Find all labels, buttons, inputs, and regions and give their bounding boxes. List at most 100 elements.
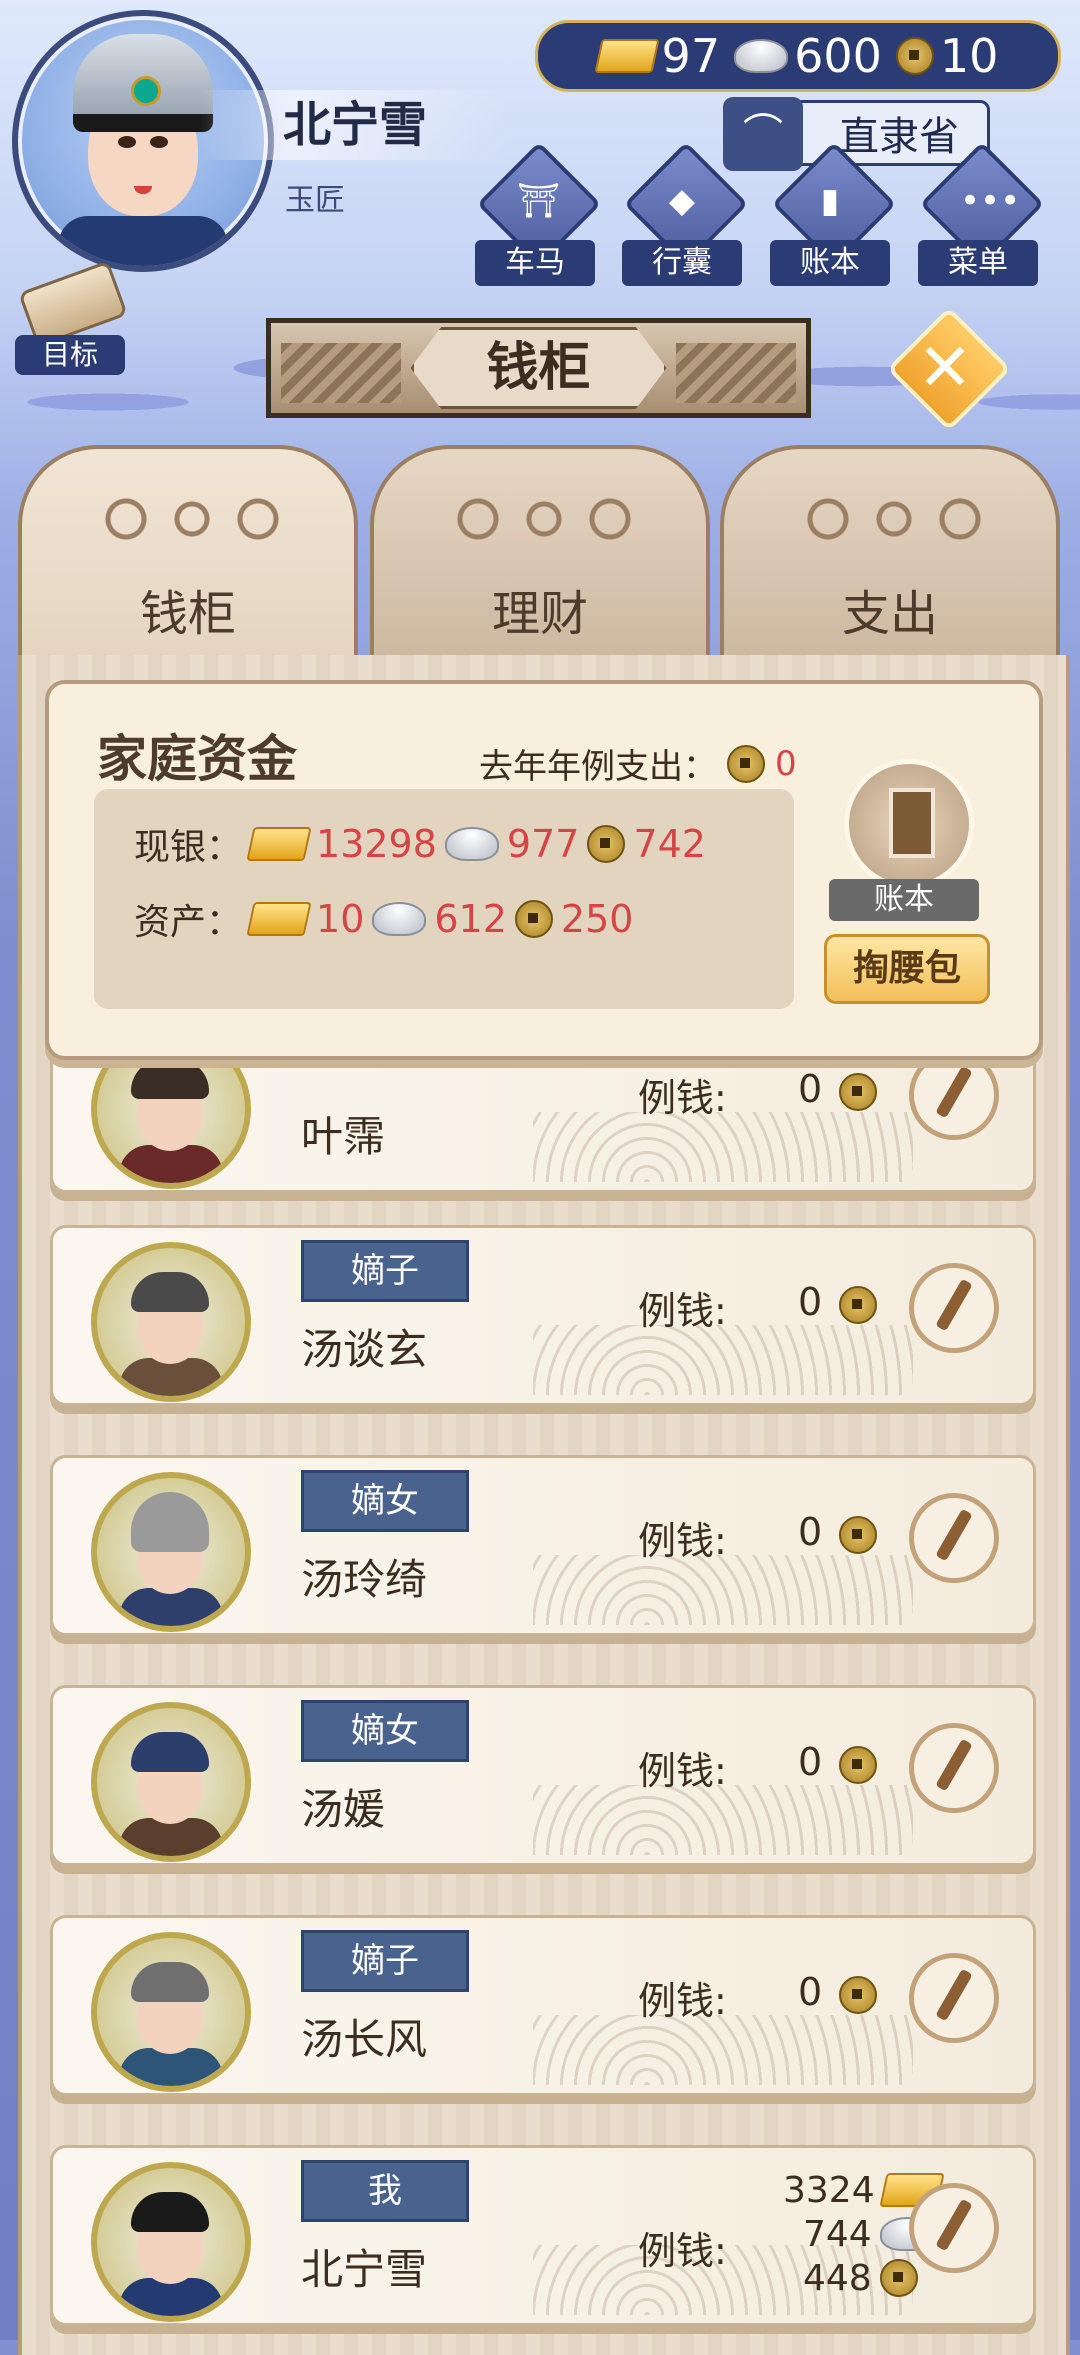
avatar-body	[119, 1818, 223, 1856]
member-avatar[interactable]	[91, 1932, 251, 2092]
assets-coins: 250	[560, 897, 634, 941]
quick-button-bag[interactable]: ◆ 行囊	[612, 141, 752, 290]
player-title: 玉匠	[285, 183, 345, 218]
avatar-body	[119, 2278, 223, 2316]
quick-label: 行囊	[622, 240, 742, 286]
copper-coin-icon	[879, 2259, 918, 2297]
assets-gold: 10	[316, 897, 365, 941]
assets-silver: 612	[434, 897, 507, 941]
member-avatar[interactable]	[91, 1242, 251, 1402]
avatar-eye	[118, 136, 136, 148]
tab-expenses[interactable]: 支出	[720, 445, 1060, 660]
avatar-eye	[150, 136, 168, 148]
avatar-hair	[131, 2192, 209, 2232]
page-title-plaque: 钱柜	[266, 318, 811, 418]
funds-summary-box: 现银： 13298 977 742 资产： 10 612 250	[94, 789, 794, 1009]
quick-button-menu[interactable]: ••• 菜单	[908, 141, 1048, 290]
member-role-badge: 嫡女	[301, 1470, 469, 1532]
member-row: 嫡女 汤媛 例钱: 0	[50, 1685, 1036, 1866]
edit-brush-button[interactable]	[909, 1493, 999, 1583]
copper-coin-icon	[727, 744, 765, 783]
member-name: 汤长风	[301, 2015, 428, 2064]
avatar-hair	[131, 1492, 209, 1552]
edit-brush-button[interactable]	[909, 1050, 999, 1140]
wave-pattern	[533, 1112, 913, 1182]
cloud-swirl-icon	[434, 489, 654, 549]
gold-amount: 97	[661, 29, 721, 83]
my-coins: 448	[803, 2257, 872, 2299]
copper-coin-icon	[839, 1746, 877, 1784]
edit-brush-button[interactable]	[909, 1953, 999, 2043]
member-row-me: 我 北宁雪 例钱: 3324 744 448	[50, 2145, 1036, 2326]
goal-button[interactable]: 目标	[15, 260, 135, 375]
member-row: 嫡子 汤谈玄 例钱: 0	[50, 1225, 1036, 1406]
wave-pattern	[533, 1785, 913, 1855]
member-role-badge: 嫡子	[301, 1240, 469, 1302]
last-year-value: 0	[775, 743, 797, 784]
member-avatar[interactable]	[91, 1472, 251, 1632]
family-funds-title: 家庭资金	[97, 730, 297, 788]
player-name: 北宁雪	[200, 90, 510, 160]
tab-label: 理财	[491, 586, 588, 642]
province-button[interactable]: ⌒ 直隶省	[723, 97, 990, 171]
last-year-label: 去年年例支出：	[479, 747, 717, 787]
edit-brush-button[interactable]	[909, 1723, 999, 1813]
copper-coin-icon	[839, 1516, 877, 1554]
family-funds-panel: 家庭资金 去年年例支出： 0 现银： 13298 977 742 资产： 10 …	[45, 680, 1043, 1060]
member-avatar[interactable]	[91, 2162, 251, 2322]
member-row: 嫡子 汤长风 例钱: 0	[50, 1915, 1036, 2096]
tab-treasury[interactable]: 钱柜	[18, 445, 358, 670]
cloud-swirl-icon	[82, 489, 302, 549]
coin-amount: 10	[939, 29, 999, 83]
avatar-robe	[58, 216, 228, 266]
coin-currency: 10	[895, 29, 999, 83]
member-role-badge: 嫡子	[301, 1930, 469, 1992]
avatar-body	[119, 2048, 223, 2086]
member-name: 汤谈玄	[301, 1325, 428, 1374]
copper-coin-icon	[895, 37, 934, 75]
gold-ingot-icon	[593, 39, 660, 73]
allowance-value: 0	[798, 1280, 823, 1324]
avatar-hair	[131, 1962, 209, 2002]
assets-label: 资产：	[134, 902, 243, 943]
wave-pattern	[533, 1325, 913, 1395]
quick-button-carriage[interactable]: ⛩ 车马	[465, 141, 605, 290]
allowance-label: 例钱:	[638, 1749, 727, 1793]
edit-brush-button[interactable]	[909, 2183, 999, 2273]
gold-currency: 97	[593, 29, 721, 83]
allowance-value: 0	[798, 1067, 823, 1111]
my-gold: 3324	[783, 2169, 875, 2211]
cash-silver: 977	[506, 822, 580, 866]
tab-finance[interactable]: 理财	[370, 445, 710, 660]
my-silver: 744	[803, 2213, 872, 2255]
avatar-hair	[131, 1272, 209, 1312]
cloud-swirl-icon	[784, 489, 1004, 549]
member-name: 汤媛	[301, 1785, 386, 1834]
avatar-body	[119, 1358, 223, 1396]
member-avatar[interactable]	[91, 1702, 251, 1862]
copper-coin-icon	[839, 1073, 877, 1111]
member-name: 叶霈	[301, 1112, 386, 1161]
quick-button-ledger[interactable]: ▮ 账本	[760, 141, 900, 290]
pay-from-pocket-button[interactable]: 掏腰包	[824, 934, 990, 1004]
silver-ingot-icon	[372, 902, 427, 936]
avatar-gem	[131, 76, 161, 106]
copper-coin-icon	[514, 900, 553, 938]
menu-dots-icon: •••	[960, 181, 1021, 221]
avatar-hair	[131, 1732, 209, 1772]
avatar-hair	[131, 1059, 209, 1099]
my-gold-line: 3324	[733, 2168, 945, 2212]
gold-ingot-icon	[246, 827, 312, 861]
my-coin-line: 448	[733, 2256, 941, 2300]
silver-amount: 600	[794, 29, 882, 83]
allowance-value: 0	[798, 1970, 823, 2014]
ledger-book-button[interactable]	[844, 759, 974, 889]
member-role-badge: 嫡女	[301, 1700, 469, 1762]
close-icon: ✕	[917, 329, 973, 406]
edit-brush-button[interactable]	[909, 1263, 999, 1353]
bag-icon: ◆	[668, 181, 696, 221]
silver-ingot-icon	[734, 39, 789, 73]
cash-row: 现银： 13298 977 742	[134, 814, 706, 874]
quick-label: 车马	[475, 240, 595, 286]
cash-gold: 13298	[316, 822, 437, 866]
